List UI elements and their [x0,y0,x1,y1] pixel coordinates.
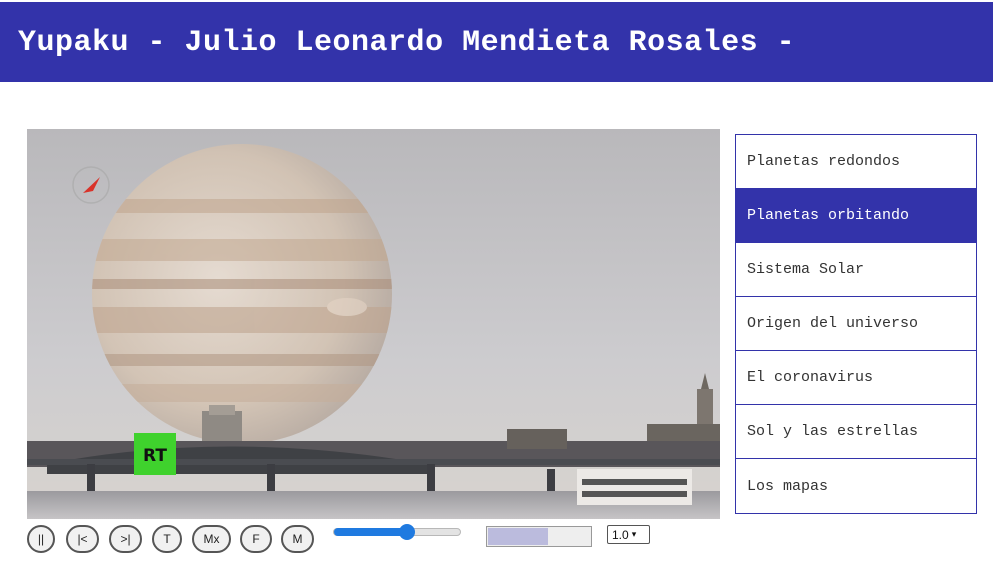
video-controls: || |< >| T Mx F M 1.0 ▾ [27,522,720,556]
svg-text:RT: RT [143,446,167,466]
t-button[interactable]: T [152,525,182,553]
volume-slider-thumb[interactable] [399,524,416,540]
m-button[interactable]: M [281,525,314,553]
mx-button[interactable]: Mx [192,525,231,553]
pause-button[interactable]: || [27,525,55,553]
page-title: Yupaku - Julio Leonardo Mendieta Rosales… [18,26,796,60]
playlist-item[interactable]: Los mapas [736,459,976,513]
progress-bar[interactable] [486,526,592,547]
page-header: Yupaku - Julio Leonardo Mendieta Rosales… [0,2,993,82]
progress-bar-fill [488,528,549,545]
playlist-item[interactable]: Planetas redondos [736,135,976,189]
speed-select-value: 1.0 [612,527,629,542]
chevron-down-icon: ▾ [631,529,637,539]
playlist: Planetas redondos Planetas orbitando Sis… [735,134,977,514]
playlist-item[interactable]: Sistema Solar [736,243,976,297]
playlist-item[interactable]: El coronavirus [736,351,976,405]
playlist-item[interactable]: Origen del universo [736,297,976,351]
f-button[interactable]: F [240,525,272,553]
video-player[interactable]: RT [27,129,720,519]
volume-slider-fill [334,528,408,536]
previous-button[interactable]: |< [66,525,99,553]
speed-select[interactable]: 1.0 ▾ [607,525,650,544]
volume-slider[interactable] [333,524,461,540]
video-frame: RT [27,129,720,519]
playlist-item[interactable]: Sol y las estrellas [736,405,976,459]
playlist-item[interactable]: Planetas orbitando [736,189,976,243]
boat [577,469,692,505]
next-button[interactable]: >| [109,525,142,553]
rt-logo: RT [134,433,176,475]
